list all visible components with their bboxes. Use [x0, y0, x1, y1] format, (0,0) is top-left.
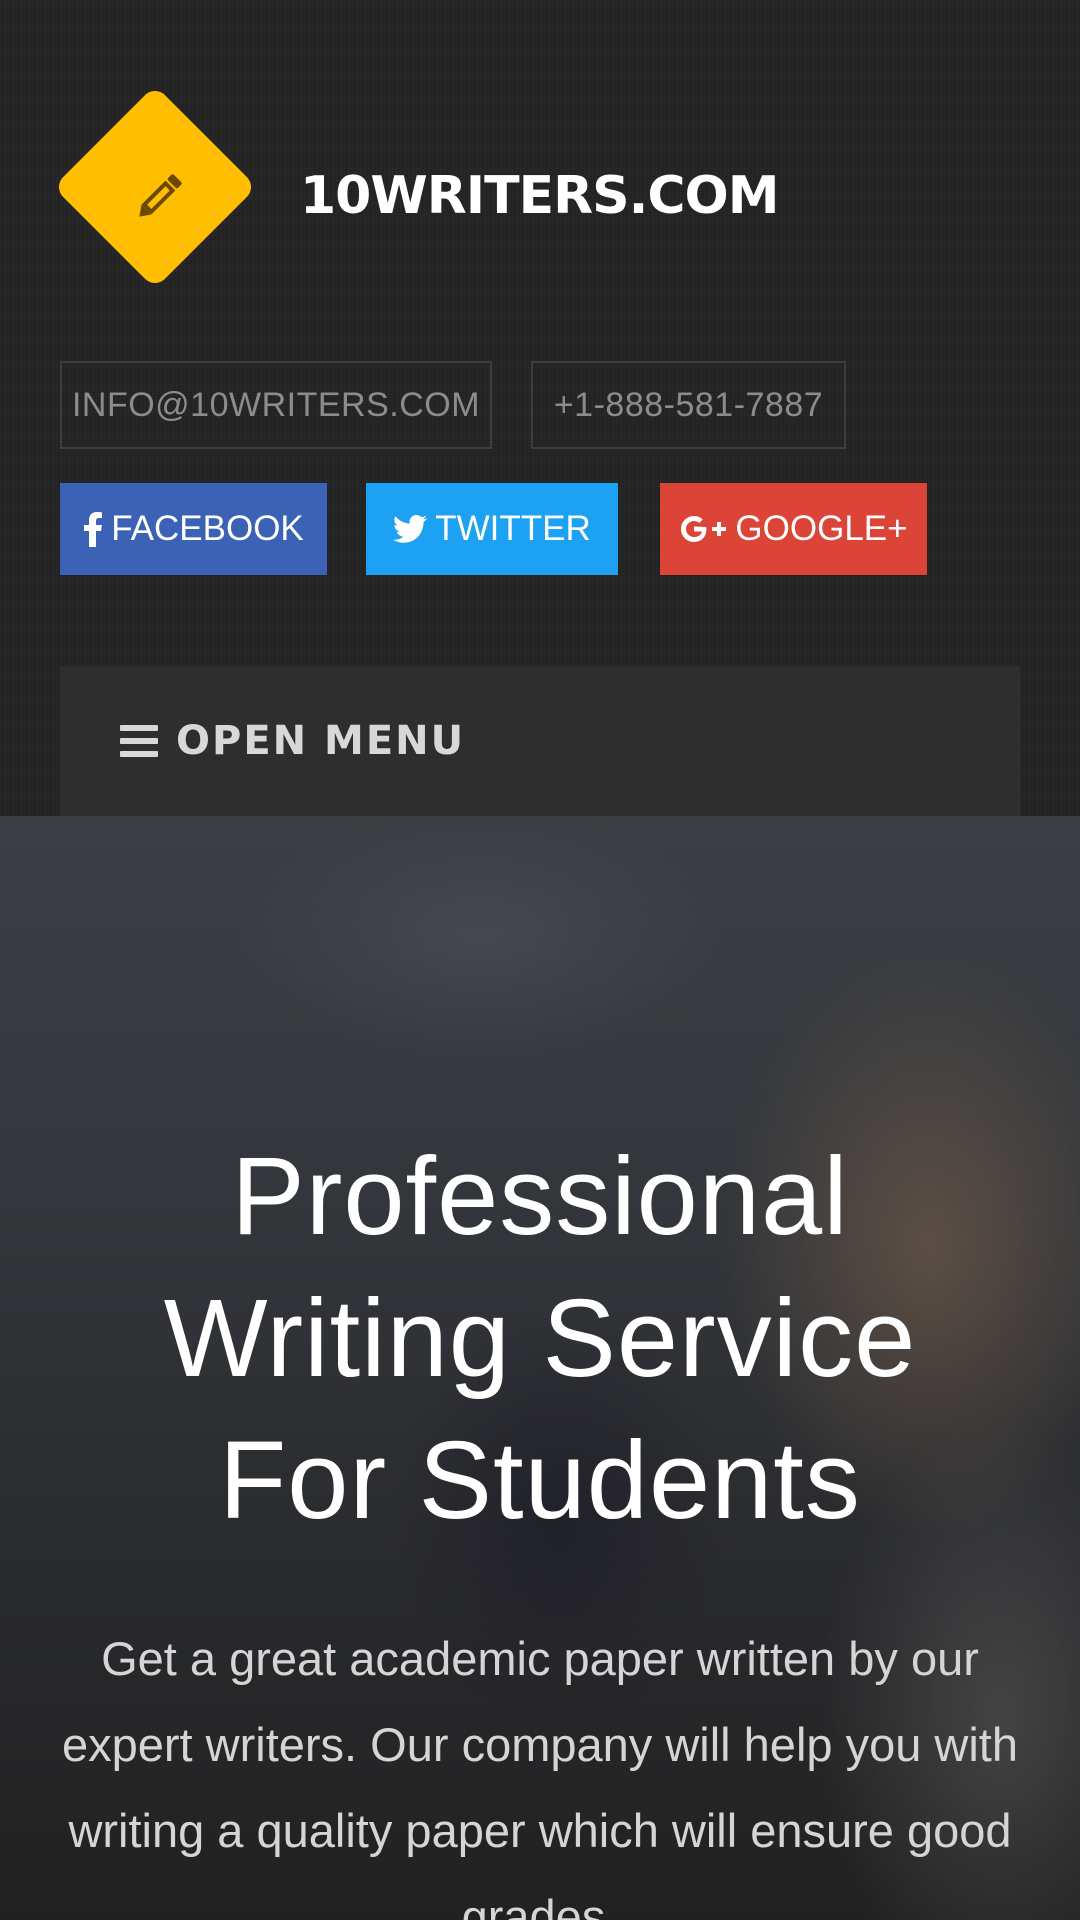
hero-title: Professional Writing Service For Student… [0, 1126, 1080, 1552]
phone-link[interactable]: +1-888-581-7887 [531, 361, 846, 449]
twitter-label: TWITTER [435, 509, 591, 548]
hero-section: Professional Writing Service For Student… [0, 816, 1080, 1920]
facebook-label: FACEBOOK [111, 509, 304, 548]
hero-title-line: For Students [219, 1419, 861, 1542]
page: 10WRITERS.COM INFO@10WRITERS.COM +1-888-… [0, 0, 1080, 1920]
twitter-icon [393, 515, 428, 543]
google-plus-button[interactable]: GOOGLE+ [660, 483, 927, 575]
open-menu-label: OPEN MENU [176, 718, 466, 764]
google-plus-label: GOOGLE+ [735, 509, 908, 548]
hero-description: Get a great academic paper written by ou… [61, 1632, 1019, 1920]
facebook-button[interactable]: FACEBOOK [60, 483, 327, 575]
open-menu-button[interactable]: OPEN MENU [60, 666, 1020, 816]
facebook-icon [84, 512, 103, 547]
hero-title-line: Writing Service [163, 1277, 917, 1400]
hamburger-icon [120, 725, 158, 757]
hero-title-line: Professional [231, 1135, 849, 1258]
pencil-icon [139, 174, 182, 217]
twitter-button[interactable]: TWITTER [366, 483, 618, 575]
site-name[interactable]: 10WRITERS.COM [300, 160, 779, 232]
google-plus-icon [681, 516, 727, 542]
email-link[interactable]: INFO@10WRITERS.COM [60, 361, 492, 449]
